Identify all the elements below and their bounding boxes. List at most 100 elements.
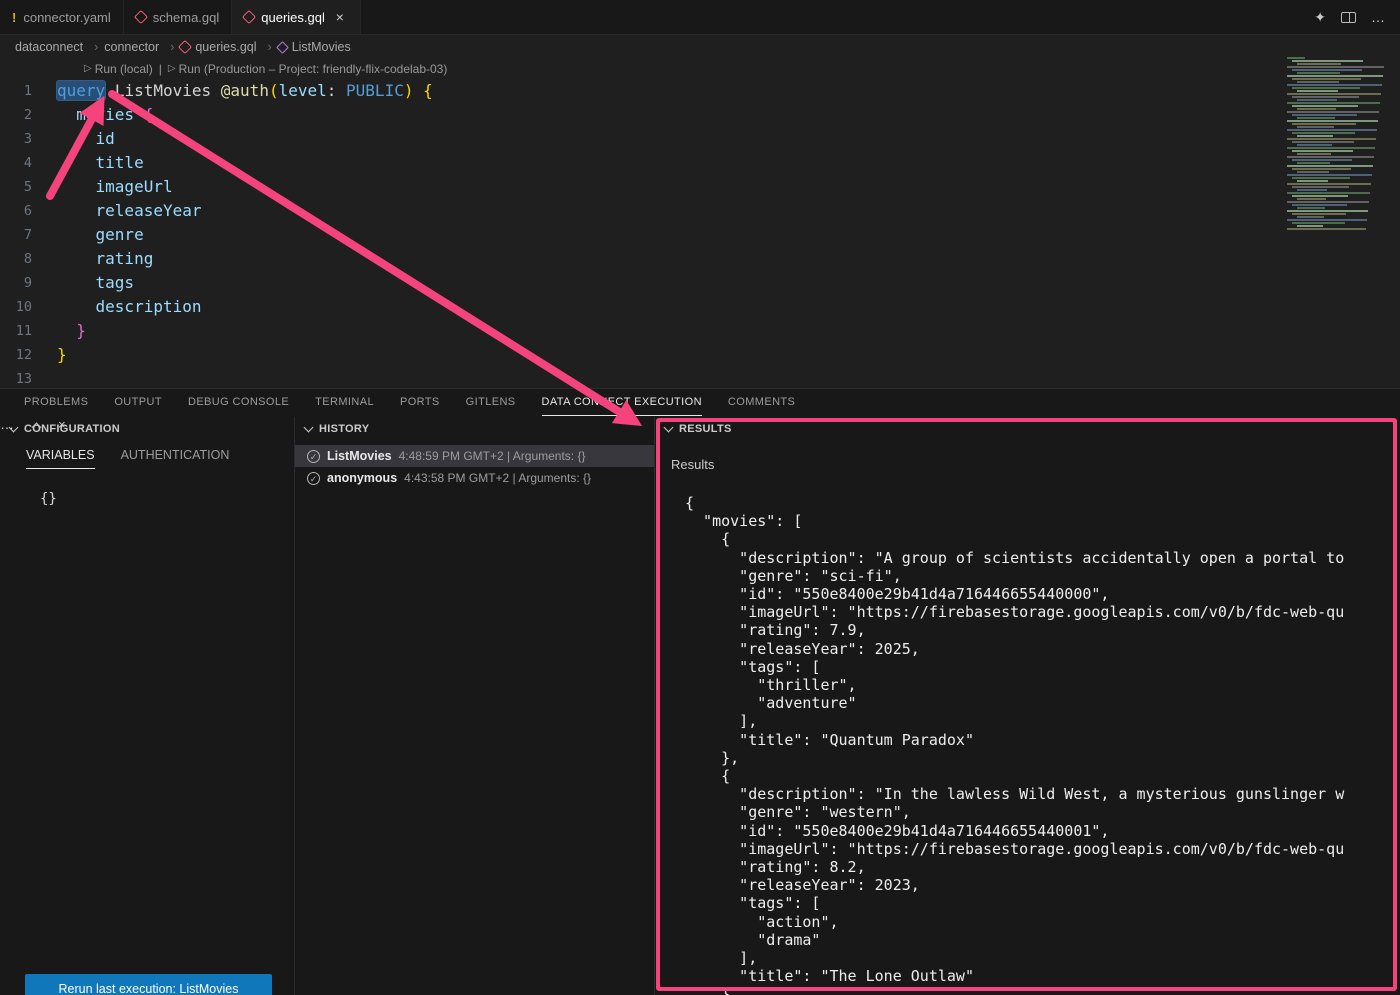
variables-value[interactable]: {} — [40, 491, 294, 507]
results-title: RESULTS — [679, 423, 732, 435]
panel-tab[interactable]: PORTS — [400, 389, 440, 416]
minimap-line — [1297, 90, 1338, 92]
code-line[interactable]: 2 movies { — [0, 103, 1400, 127]
editor-tab[interactable]: queries.gql × — [232, 0, 361, 34]
configuration-tab[interactable]: VARIABLES — [26, 448, 95, 469]
code-line[interactable]: 6 releaseYear — [0, 199, 1400, 223]
results-json-line: }, — [685, 985, 1400, 995]
code-token: title — [96, 153, 144, 172]
editor-tab-bar: connector.yaml schema.gql queries.gql × … — [0, 0, 1400, 35]
minimap-line — [1292, 159, 1352, 161]
line-number: 2 — [0, 103, 57, 127]
minimap-line — [1292, 186, 1349, 188]
play-icon: ▷ — [168, 63, 176, 74]
codelens-divider: | — [159, 62, 162, 76]
line-number: 8 — [0, 247, 57, 271]
tab-list: connector.yaml schema.gql queries.gql × — [0, 0, 361, 34]
results-header[interactable]: RESULTS — [655, 417, 1400, 441]
panel-tab[interactable]: OUTPUT — [114, 389, 162, 416]
minimap-line — [1287, 228, 1366, 230]
history-header[interactable]: HISTORY — [295, 417, 654, 441]
breadcrumb-item-icon — [276, 41, 289, 54]
rerun-button[interactable]: Rerun last execution: ListMovies — [25, 974, 272, 995]
code-token: imageUrl — [96, 177, 173, 196]
configuration-tab[interactable]: AUTHENTICATION — [121, 448, 230, 469]
breadcrumb-item[interactable]: queries.gql › — [180, 40, 277, 54]
results-json-line: { — [685, 494, 1400, 512]
panel-tab[interactable]: TERMINAL — [315, 389, 374, 416]
code-line[interactable]: 3 id — [0, 127, 1400, 151]
minimap-line — [1297, 171, 1329, 173]
copilot-sparkle-icon[interactable]: ✦ — [1314, 9, 1326, 26]
minimap-line — [1292, 96, 1359, 98]
line-number: 6 — [0, 199, 57, 223]
minimap-line — [1287, 129, 1377, 131]
chevron-down-icon — [9, 423, 19, 433]
panel-tab[interactable]: COMMENTS — [728, 389, 795, 416]
results-json-line: "imageUrl": "https://firebasestorage.goo… — [685, 840, 1400, 858]
editor-tab[interactable]: connector.yaml — [0, 0, 124, 34]
code-area: 1 query ListMovies @auth(level: PUBLIC) … — [0, 79, 1400, 391]
results-json-line: "id": "550e8400e29b41d4a716446655440001"… — [685, 822, 1400, 840]
code-token: } — [76, 321, 86, 340]
check-circle-icon: ✓ — [307, 450, 320, 463]
split-editor-icon[interactable] — [1341, 12, 1356, 23]
results-json-line: ], — [685, 712, 1400, 730]
line-number: 10 — [0, 295, 57, 319]
breadcrumb-item[interactable]: connector › — [104, 40, 180, 54]
code-token — [211, 81, 221, 100]
minimap-line — [1287, 120, 1378, 122]
code-token — [57, 153, 96, 172]
minimap[interactable] — [1283, 55, 1400, 241]
history-item[interactable]: ✓ anonymous 4:43:58 PM GMT+2 | Arguments… — [295, 467, 654, 489]
code-line[interactable]: 4 title — [0, 151, 1400, 175]
code-line[interactable]: 1 query ListMovies @auth(level: PUBLIC) … — [0, 79, 1400, 103]
minimap-line — [1297, 153, 1331, 155]
history-item[interactable]: ✓ ListMovies 4:48:59 PM GMT+2 | Argument… — [295, 445, 654, 467]
breadcrumb-separator-icon: › — [94, 40, 98, 54]
minimap-line — [1292, 87, 1360, 89]
minimap-line — [1297, 180, 1328, 182]
minimap-line — [1297, 216, 1324, 218]
code-line[interactable]: 10 description — [0, 295, 1400, 319]
minimap-line — [1292, 123, 1356, 125]
minimap-line — [1297, 108, 1336, 110]
code-token: query — [57, 81, 105, 100]
code-token — [57, 297, 96, 316]
line-number: 9 — [0, 271, 57, 295]
line-number: 7 — [0, 223, 57, 247]
breadcrumb-item[interactable]: ListMovies — [278, 40, 368, 54]
code-token: tags — [96, 273, 135, 292]
code-line[interactable]: 7 genre — [0, 223, 1400, 247]
minimap-line — [1287, 147, 1375, 149]
run-local-label: Run (local) — [95, 62, 153, 76]
results-json-line: "genre": "sci-fi", — [685, 567, 1400, 585]
minimap-line — [1292, 195, 1348, 197]
panel-tab[interactable]: DATA CONNECT EXECUTION — [542, 389, 702, 416]
configuration-header[interactable]: CONFIGURATION — [0, 417, 294, 441]
minimap-line — [1297, 144, 1332, 146]
breadcrumb-item-label: queries.gql — [195, 40, 256, 54]
panel-tab[interactable]: GITLENS — [466, 389, 516, 416]
run-local-link[interactable]: ▷ Run (local) — [84, 62, 153, 76]
results-json-line: "releaseYear": 2023, — [685, 876, 1400, 894]
code-line[interactable]: 5 imageUrl — [0, 175, 1400, 199]
code-line[interactable]: 9 tags — [0, 271, 1400, 295]
results-json-line: }, — [685, 749, 1400, 767]
history-item-meta: 4:43:58 PM GMT+2 | Arguments: {} — [404, 471, 591, 485]
code-line[interactable]: 12 } — [0, 343, 1400, 367]
more-actions-icon[interactable]: … — [1371, 9, 1386, 25]
editor-tab[interactable]: schema.gql — [124, 0, 232, 34]
breadcrumb-item[interactable]: dataconnect › — [15, 40, 104, 54]
panel-tab[interactable]: PROBLEMS — [24, 389, 88, 416]
line-number: 11 — [0, 319, 57, 343]
minimap-line — [1287, 192, 1370, 194]
close-icon[interactable]: × — [332, 9, 348, 25]
code-line[interactable]: 11 } — [0, 319, 1400, 343]
minimap-line — [1292, 213, 1346, 215]
code-line[interactable]: 8 rating — [0, 247, 1400, 271]
results-json-line: "rating": 7.9, — [685, 621, 1400, 639]
panel-tab[interactable]: DEBUG CONSOLE — [188, 389, 289, 416]
code-token: : — [327, 81, 346, 100]
run-production-link[interactable]: ▷ Run (Production – Project: friendly-fl… — [168, 62, 448, 76]
